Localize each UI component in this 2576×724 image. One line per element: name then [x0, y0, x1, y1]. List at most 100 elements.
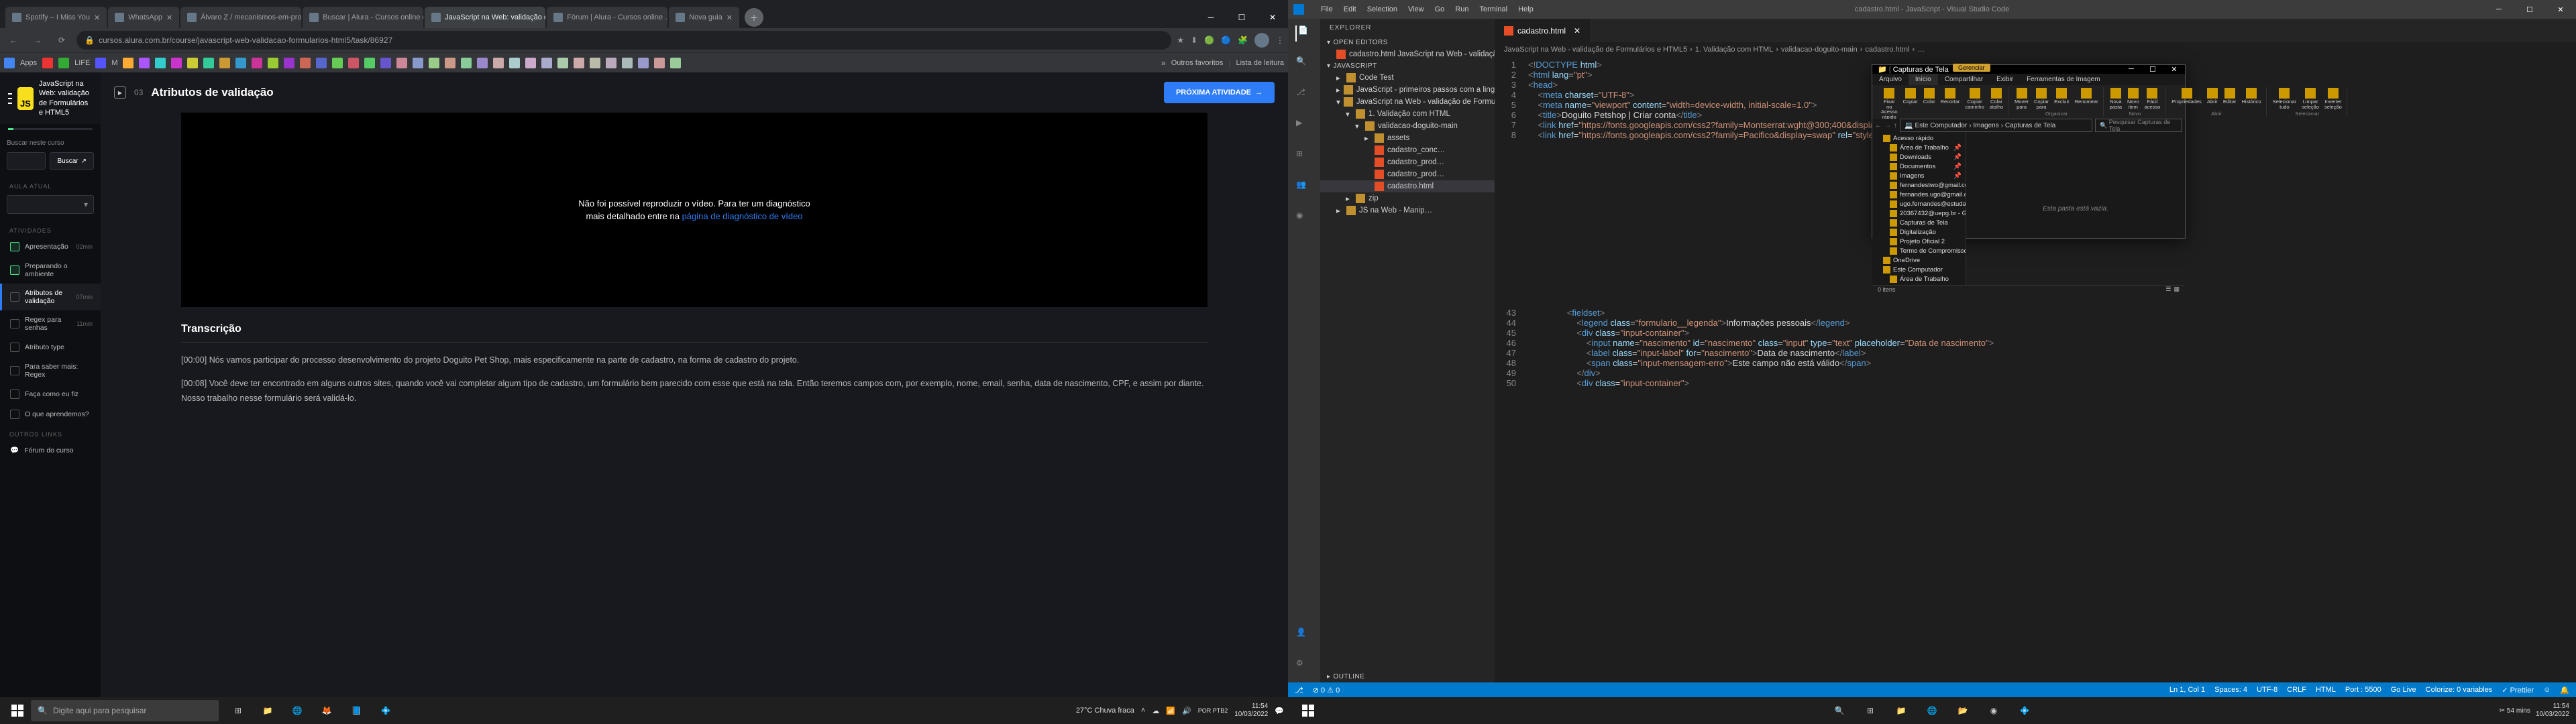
remote-indicator[interactable]: ⎇: [1295, 686, 1303, 695]
bookmark-item[interactable]: Apps: [20, 59, 37, 67]
breadcrumb-item[interactable]: validacao-doguito-main: [1781, 46, 1858, 54]
close-tab-icon[interactable]: ✕: [166, 13, 172, 22]
notifications-button[interactable]: 💬: [1275, 707, 1284, 715]
breadcrumb-bar[interactable]: 💻Este Computador › Imagens › Capturas de…: [1900, 119, 2092, 132]
menu-item[interactable]: Terminal: [1475, 3, 1513, 16]
code-line[interactable]: <fieldset>: [1528, 308, 1605, 318]
nav-pane-item[interactable]: Downloads📌: [1872, 152, 1966, 162]
start-button[interactable]: [1295, 697, 1322, 724]
nav-pane-item[interactable]: Imagens📌: [1872, 171, 1966, 180]
extension-icon[interactable]: ⬇: [1191, 36, 1197, 45]
breadcrumb-item[interactable]: JavaScript na Web - validação de Formulá…: [1504, 46, 1687, 54]
accounts-icon[interactable]: 👤: [1296, 627, 1312, 644]
tree-folder[interactable]: ▸ JS na Web - Manip…: [1320, 204, 1495, 217]
bookmark-icon[interactable]: [284, 58, 294, 68]
bookmark-icon[interactable]: [574, 58, 584, 68]
nav-forward-button[interactable]: →: [1884, 122, 1891, 129]
bookmark-icon[interactable]: [380, 58, 391, 68]
bookmark-icon[interactable]: [171, 58, 182, 68]
live-server-port[interactable]: Port : 5500: [2345, 686, 2381, 695]
bookmark-icon[interactable]: [123, 58, 133, 68]
nav-pane-item[interactable]: Documentos📌: [1872, 162, 1966, 171]
nav-up-button[interactable]: ↑: [1894, 122, 1897, 129]
ribbon-tab[interactable]: Arquivo: [1872, 74, 1909, 85]
editor-tab[interactable]: cadastro.html✕: [1495, 19, 1590, 42]
tree-file[interactable]: cadastro_conc…: [1320, 144, 1495, 156]
ribbon-button[interactable]: Copiar: [1901, 87, 1920, 120]
code-line[interactable]: <span class="input-mensagem-erro">Este c…: [1528, 358, 1871, 368]
menu-icon[interactable]: [8, 93, 12, 104]
menu-item[interactable]: Help: [1513, 3, 1538, 16]
breadcrumb-segment[interactable]: › Imagens: [1969, 122, 1998, 129]
bookmark-overflow[interactable]: »: [1161, 58, 1166, 68]
search-view-icon[interactable]: 🔍: [1296, 56, 1312, 72]
extension-icon[interactable]: 🔵: [1221, 36, 1231, 45]
extension-icon[interactable]: 🟢: [1204, 36, 1214, 45]
other-bookmarks[interactable]: Outros favoritos: [1171, 59, 1224, 67]
tree-folder[interactable]: ▾ JavaScript na Web - validação de Formu…: [1320, 96, 1495, 108]
manage-tab[interactable]: Gerenciar: [1953, 64, 1990, 72]
module-selector[interactable]: ▾: [7, 195, 94, 214]
code-line[interactable]: <head>: [1528, 80, 1558, 90]
debug-view-icon[interactable]: ▶: [1296, 118, 1312, 134]
bookmark-icon[interactable]: [203, 58, 214, 68]
open-editor-item[interactable]: cadastro.html JavaScript na Web - valida…: [1320, 48, 1495, 60]
close-tab-icon[interactable]: ✕: [1574, 26, 1580, 36]
bookmark-icon[interactable]: [364, 58, 375, 68]
new-tab-button[interactable]: ＋: [745, 8, 763, 27]
task-view-button[interactable]: ⊞: [1856, 697, 1884, 724]
taskbar-app-chrome[interactable]: 🌐: [1918, 697, 1946, 724]
taskbar-app-vscode[interactable]: 💠: [2010, 697, 2039, 724]
taskbar-app-chrome[interactable]: 🌐: [283, 697, 311, 724]
nav-pane-item[interactable]: 20367432@uepg.br - Google Drive (H:)📌: [1872, 208, 1966, 218]
ribbon-tab[interactable]: Compartilhar: [1938, 74, 1990, 85]
code-line[interactable]: <div class="input-container">: [1528, 328, 1689, 338]
nav-pane-item[interactable]: ugo.fernandes@estudante.ifto… (I:)📌: [1872, 199, 1966, 208]
avatar[interactable]: [1254, 33, 1269, 48]
taskbar-search-icon[interactable]: 🔍: [1825, 697, 1854, 724]
code-line[interactable]: <link href="https://fonts.googleapis.com…: [1528, 130, 1903, 140]
ribbon-tab[interactable]: Início: [1909, 74, 1938, 85]
bookmark-icon[interactable]: [638, 58, 649, 68]
close-button[interactable]: ✕: [1257, 7, 1288, 28]
settings-icon[interactable]: ⚙: [1296, 658, 1312, 674]
video-player[interactable]: Não foi possível reproduzir o vídeo. Par…: [181, 113, 1208, 307]
bookmark-item[interactable]: [42, 58, 53, 68]
nav-pane-item[interactable]: Área de Trabalho📌: [1872, 143, 1966, 152]
next-activity-button[interactable]: PRÓXIMA ATIVIDADE→: [1164, 82, 1275, 103]
ribbon-button[interactable]: Mover para: [2012, 87, 2031, 110]
tree-file[interactable]: cadastro_prod…: [1320, 156, 1495, 168]
bookmark-icon[interactable]: [139, 58, 150, 68]
ribbon-button[interactable]: Copiar para: [2032, 87, 2051, 110]
code-line[interactable]: <div class="input-container">: [1528, 378, 1689, 388]
ribbon-button[interactable]: Abrir: [2205, 87, 2220, 105]
bookmark-icon[interactable]: [670, 58, 681, 68]
outline-section[interactable]: ▸OUTLINE: [1320, 671, 1495, 682]
tree-folder[interactable]: ▸ JavaScript - primeiros passos com a li…: [1320, 84, 1495, 96]
url-input[interactable]: 🔒 cursos.alura.com.br/course/javascript-…: [76, 31, 1171, 50]
bookmark-icon[interactable]: [541, 58, 552, 68]
nav-pane-item[interactable]: Capturas de Tela: [1872, 218, 1966, 227]
start-button[interactable]: [4, 697, 31, 724]
tree-file[interactable]: cadastro.html: [1320, 180, 1495, 192]
scm-view-icon[interactable]: ⎇: [1296, 87, 1312, 103]
task-view-button[interactable]: ⊞: [224, 697, 252, 724]
code-line[interactable]: <meta charset="UTF-8">: [1528, 90, 1634, 100]
bookmark-icon[interactable]: [413, 58, 423, 68]
taskbar-search[interactable]: 🔍 Digite aqui para pesquisar: [31, 700, 219, 721]
nav-pane-item[interactable]: OneDrive: [1872, 255, 1966, 265]
bookmark-icon[interactable]: [429, 58, 439, 68]
ribbon-button[interactable]: Inverter seleção: [2322, 87, 2344, 110]
sidebar-item-forum[interactable]: 💬 Fórum do curso: [0, 440, 101, 460]
bookmark-icon[interactable]: [332, 58, 343, 68]
bookmark-icon[interactable]: [525, 58, 536, 68]
breadcrumb-item[interactable]: 1. Validação com HTML: [1695, 46, 1774, 54]
colorize-status[interactable]: Colorize: 0 variables: [2426, 686, 2493, 695]
ribbon-button[interactable]: Fixar no Acesso rápido: [1879, 87, 1900, 120]
tree-folder[interactable]: ▾ 1. Validação com HTML: [1320, 108, 1495, 120]
forward-button[interactable]: →: [28, 31, 47, 50]
code-line[interactable]: <html lang="pt">: [1528, 70, 1593, 80]
nav-pane-item[interactable]: fernandestwo@gmail.com - Goog… (3)📌: [1872, 180, 1966, 190]
breadcrumb-segment[interactable]: Este Computador: [1915, 122, 1967, 129]
tray-chevron[interactable]: ˄: [1141, 707, 1145, 715]
